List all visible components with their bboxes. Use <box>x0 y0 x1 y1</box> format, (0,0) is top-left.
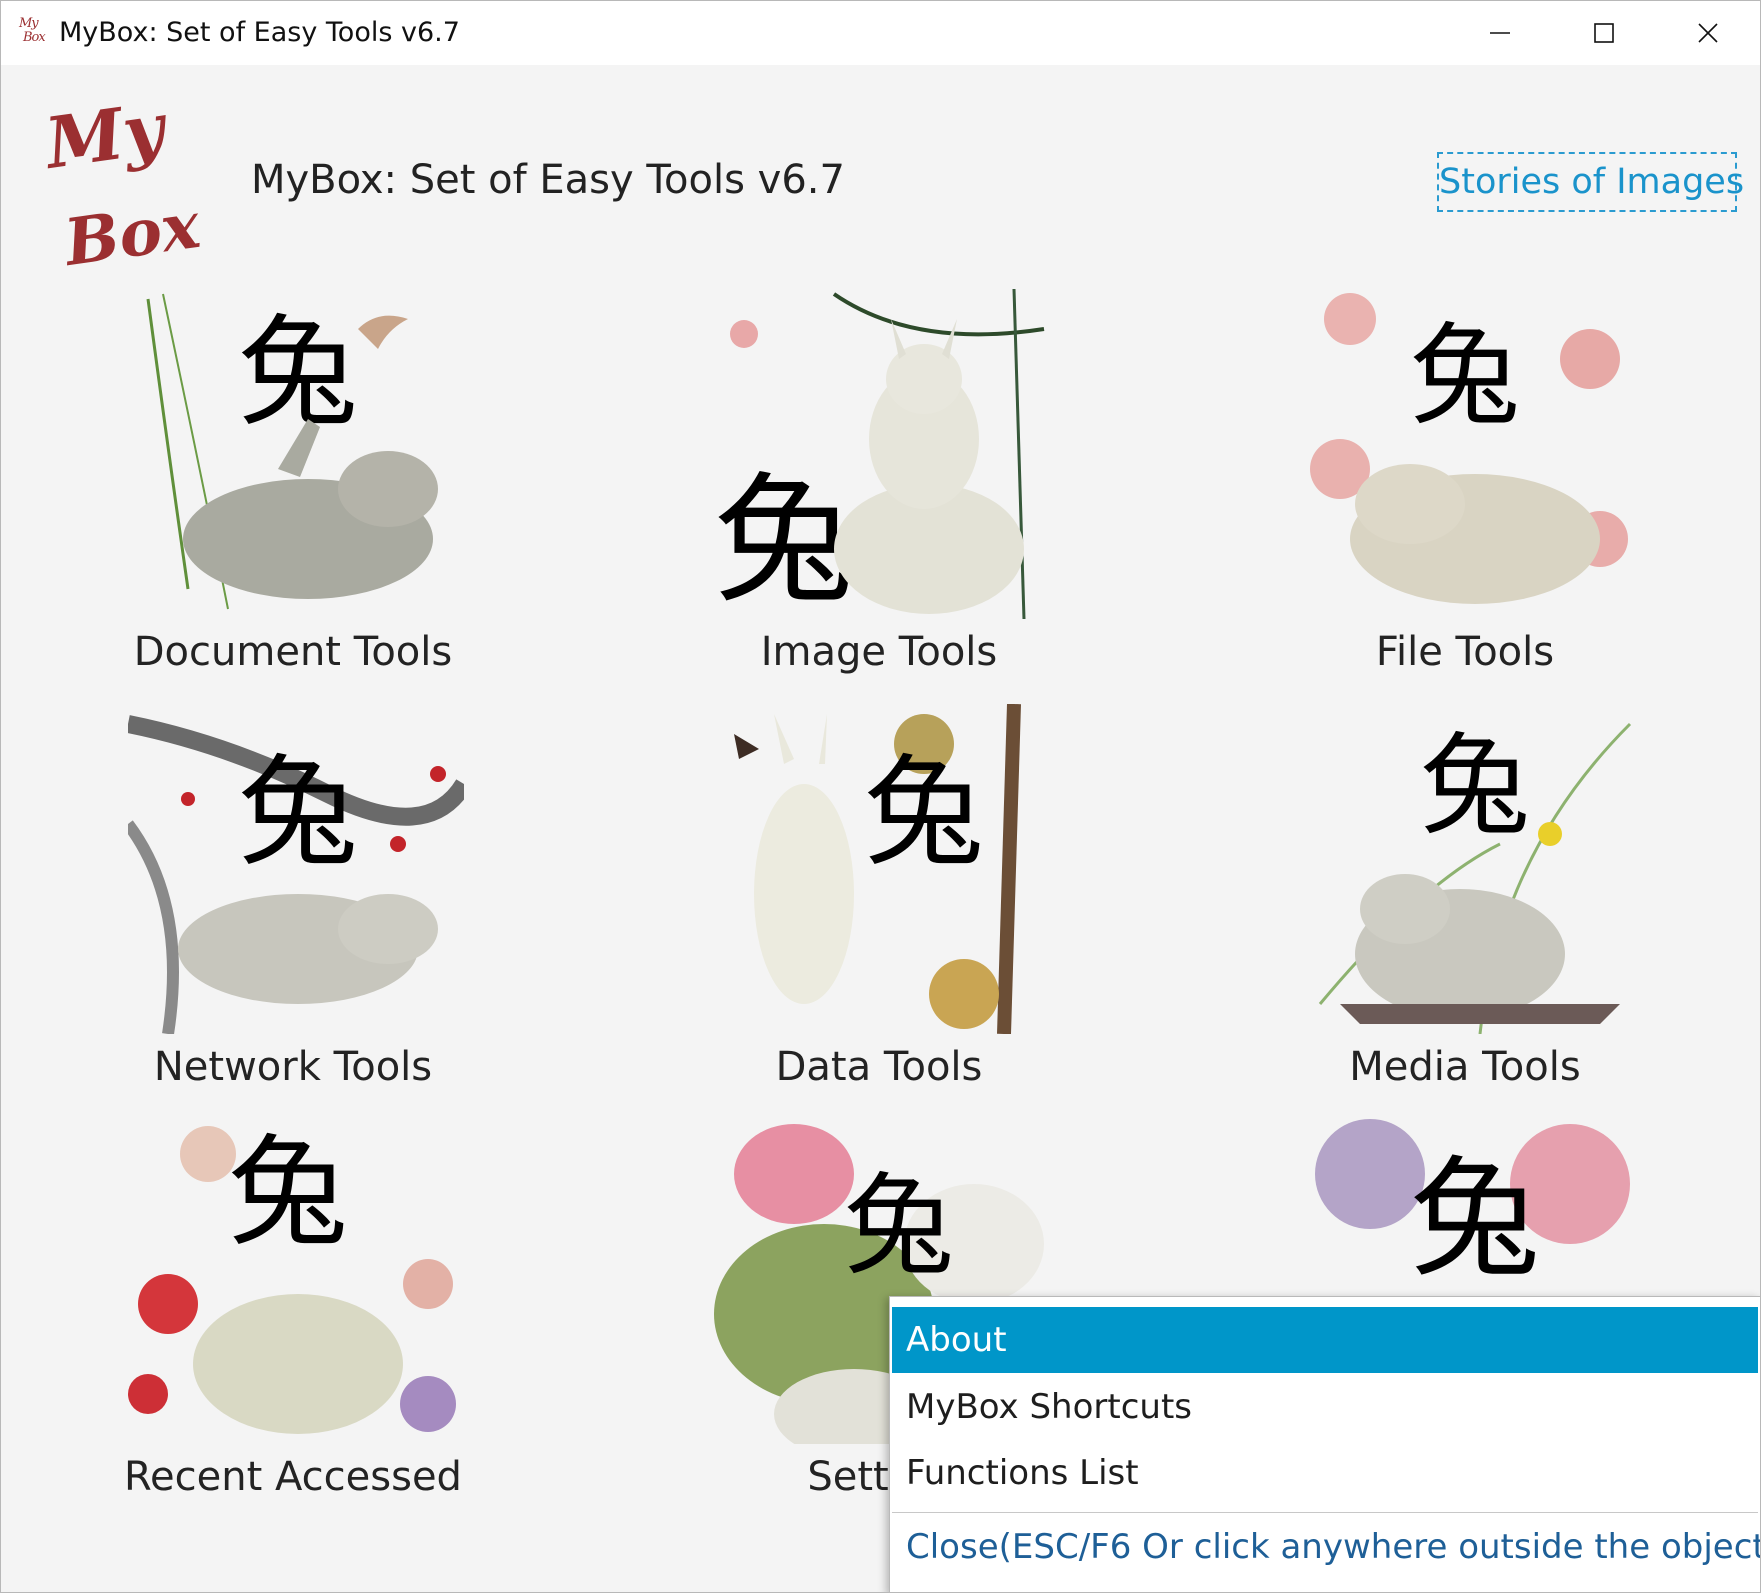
rabbit-art-image: 兔 <box>714 704 1050 1034</box>
rabbit-art-image: 兔 <box>128 704 464 1034</box>
tile-glyph: 兔 <box>1410 312 1520 440</box>
tile-glyph: 兔 <box>1410 1143 1540 1295</box>
tile-media-tools[interactable]: 兔 Media Tools <box>1235 704 1695 1104</box>
tile-label: Network Tools <box>153 1044 433 1090</box>
logo-text-top: My <box>39 95 173 185</box>
app-icon: My Box <box>19 17 53 49</box>
rabbit-art-image: 兔 <box>128 1114 464 1444</box>
rabbit-art-image: 兔 <box>1300 704 1636 1034</box>
title-bar[interactable]: My Box MyBox: Set of Easy Tools v6.7 <box>1 1 1760 65</box>
menu-item-mybox-shortcuts[interactable]: MyBox Shortcuts <box>892 1374 1758 1440</box>
tile-glyph: 兔 <box>714 460 854 619</box>
app-title: MyBox: Set of Easy Tools v6.7 <box>251 157 845 203</box>
app-icon-text-top: My <box>19 16 39 31</box>
rabbit-art-image: 兔 <box>128 289 464 619</box>
tile-glyph: 兔 <box>1420 722 1530 850</box>
logo-text-bottom: Box <box>58 188 205 275</box>
tile-glyph: 兔 <box>238 304 358 443</box>
context-menu: About MyBox Shortcuts Functions List Clo… <box>889 1296 1760 1592</box>
tile-label: File Tools <box>1375 629 1555 675</box>
tile-network-tools[interactable]: 兔 Network Tools <box>63 704 523 1104</box>
menu-separator <box>892 1512 1758 1513</box>
tile-glyph: 兔 <box>844 1162 954 1290</box>
rabbit-art-image: 兔 <box>714 289 1050 619</box>
tile-label: Media Tools <box>1349 1044 1581 1090</box>
app-window: My Box MyBox: Set of Easy Tools v6.7 My … <box>0 0 1761 1593</box>
tile-glyph: 兔 <box>228 1124 348 1263</box>
minimize-icon <box>1490 32 1510 34</box>
menu-item-close[interactable]: Close(ESC/F6 Or click anywhere outside t… <box>892 1514 1760 1580</box>
minimize-button[interactable] <box>1448 1 1552 65</box>
maximize-button[interactable] <box>1552 1 1656 65</box>
tile-recent-accessed[interactable]: 兔 Recent Accessed <box>63 1114 523 1514</box>
tile-label: Image Tools <box>760 629 998 675</box>
menu-item-functions-list[interactable]: Functions List <box>892 1440 1758 1506</box>
tile-glyph: 兔 <box>238 744 358 883</box>
rabbit-art-image: 兔 <box>1300 289 1636 619</box>
tile-image-tools[interactable]: 兔 Image Tools <box>649 289 1109 689</box>
tile-document-tools[interactable]: 兔 Document Tools <box>63 289 523 689</box>
stories-of-images-link[interactable]: Stories of Images <box>1437 152 1744 212</box>
tile-label: Data Tools <box>775 1044 983 1090</box>
window-title: MyBox: Set of Easy Tools v6.7 <box>59 17 460 48</box>
close-window-button[interactable] <box>1656 1 1760 65</box>
tile-label: Recent Accessed <box>124 1454 462 1500</box>
tile-label: Document Tools <box>133 629 453 675</box>
maximize-icon <box>1594 23 1614 43</box>
tile-file-tools[interactable]: 兔 File Tools <box>1235 289 1695 689</box>
tile-data-tools[interactable]: 兔 Data Tools <box>649 704 1109 1104</box>
tile-glyph: 兔 <box>864 744 984 883</box>
mybox-logo: My Box <box>39 86 239 282</box>
menu-item-about[interactable]: About <box>892 1307 1758 1373</box>
app-icon-text-bottom: Box <box>23 30 46 45</box>
close-icon <box>1698 23 1718 43</box>
